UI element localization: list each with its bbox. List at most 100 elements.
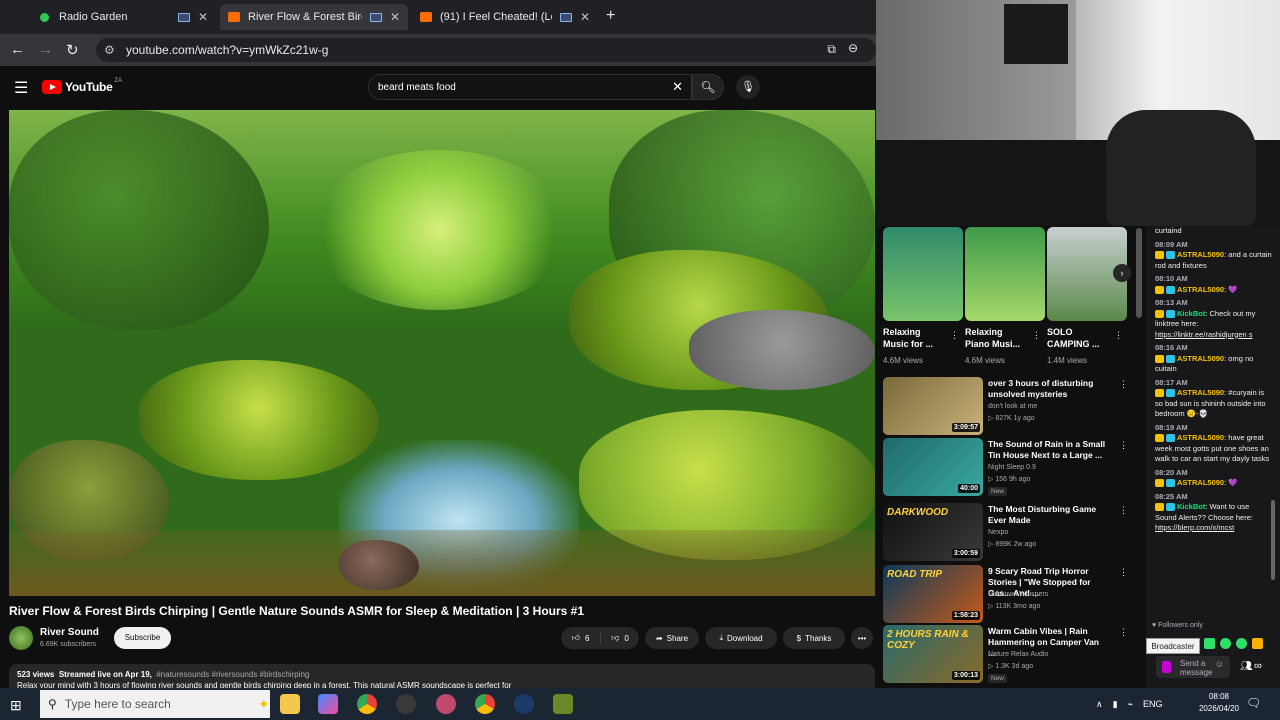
video-more-icon[interactable]: ⋮ [1119,440,1128,451]
site-info-icon[interactable]: ⚙ [104,43,118,57]
network-icon[interactable]: ⌁ [1128,699,1133,710]
video-title[interactable]: over 3 hours of disturbing unsolved myst… [988,378,1108,400]
video-channel[interactable]: Nature Relax Audio [988,651,1048,658]
video-thumbnail[interactable]: 2 HOURS RAIN & COZY 3:00:13 [883,625,983,683]
chat-scrollbar[interactable] [1271,500,1275,580]
copilot-icon[interactable] [318,694,338,714]
chat-settings-icon[interactable]: ∞ [1254,660,1262,672]
emote-icon[interactable] [1252,638,1263,649]
close-icon[interactable]: ✕ [390,10,400,24]
obs-icon[interactable] [396,694,416,714]
short-title[interactable]: SOLO CAMPING ... [1047,326,1107,350]
recommended-video[interactable]: 2 HOURS RAIN & COZY 3:00:13 Warm Cabin Vib… [883,625,1143,685]
video-thumbnail[interactable]: ROAD TRIP 1:58:23 [883,565,983,623]
share-button[interactable]: ➦ Share [645,627,699,649]
file-explorer-icon[interactable] [280,694,300,714]
app-icon[interactable] [436,694,456,714]
video-title[interactable]: The Sound of Rain in a Small Tin House N… [988,439,1108,461]
chat-link[interactable]: https://linktr.ee/rashidjurgen s [1155,330,1253,339]
video-more-icon[interactable]: ⋮ [1119,627,1128,638]
video-thumbnail[interactable]: 40:00 [883,438,983,496]
video-description[interactable]: 523 views Streamed live on Apr 19, #natu… [9,664,875,690]
search-input[interactable]: beard meats food ✕ [368,74,692,100]
short-thumbnail[interactable] [965,227,1045,321]
video-channel[interactable]: Nexpo [988,529,1008,536]
dislike-button[interactable]: 👎︎ 0 [601,633,639,643]
emoji-icon[interactable]: ☺ [1215,660,1224,669]
video-more-icon[interactable]: ⋮ [1119,567,1128,578]
chat-username[interactable]: ASTRAL5090 [1177,285,1224,294]
battery-icon[interactable]: ▮ [1113,699,1118,710]
cast-icon[interactable]: ⧉ [827,42,836,57]
forward-arrow-icon[interactable]: → [38,41,53,58]
short-title[interactable]: Relaxing Piano Musi... [965,326,1025,350]
short-title[interactable]: Relaxing Music for ... [883,326,943,350]
shorts-next-button[interactable]: › [1113,264,1131,282]
language-indicator[interactable]: ENG [1143,699,1163,709]
chat-username[interactable]: ASTRAL5090 [1177,433,1224,442]
tab-i-feel-cheated[interactable]: (91) I Feel Cheated! (Lee Jui ✕ [412,4,598,30]
new-tab-button[interactable]: + [606,7,615,25]
reload-icon[interactable]: ↻ [66,41,79,59]
tab-river-flow[interactable]: River Flow & Forest Birds C ✕ [220,4,408,30]
thanks-button[interactable]: $ Thanks [783,627,845,649]
chat-message-input[interactable]: Send a message ☺ [1156,656,1230,678]
download-button[interactable]: ⤓ Download [705,627,777,649]
video-more-icon[interactable]: ⋮ [1119,505,1128,516]
taskbar-clock[interactable]: 08:08 2026/04/20 [1196,691,1242,715]
video-channel[interactable]: Night Sleep 0.9 [988,464,1036,471]
steam-icon[interactable] [514,694,534,714]
chat-username[interactable]: ASTRAL5090 [1177,388,1224,397]
channel-name[interactable]: River Sound [40,627,99,638]
short-more-icon[interactable]: ⋮ [950,330,959,341]
youtube-logo[interactable]: YouTube ZA [42,78,122,94]
hashtags[interactable]: #naturesounds #riversounds #birdschirpin… [156,670,309,679]
windows-start-icon[interactable]: ⊞ [10,697,22,714]
video-player[interactable] [9,110,875,596]
recommended-video[interactable]: 40:00 The Sound of Rain in a Small Tin Ho… [883,438,1143,498]
chrome-profile-icon[interactable] [475,694,495,714]
video-channel[interactable]: Unknown Whispers [988,591,1048,598]
channel-avatar[interactable] [9,626,33,650]
recommended-video[interactable]: DARKWOOD 3:00:59 The Most Disturbing Game … [883,503,1143,563]
short-more-icon[interactable]: ⋮ [1114,330,1123,341]
short-more-icon[interactable]: ⋮ [1032,330,1041,341]
zoom-icon[interactable]: ⊖ [848,41,858,55]
chat-username[interactable]: ASTRAL5090 [1177,250,1224,259]
recommended-video[interactable]: ROAD TRIP 1:58:23 9 Scary Road Trip Horror… [883,565,1143,625]
minecraft-icon[interactable] [553,694,573,714]
chat-username[interactable]: ASTRAL5090 [1177,354,1224,363]
video-channel[interactable]: don't look at me [988,403,1037,410]
emote-icon[interactable] [1204,638,1215,649]
search-button[interactable]: 🔍︎ [692,74,724,100]
recommendations-scrollbar[interactable] [1136,228,1142,318]
taskbar-search-input[interactable]: ⚲ Type here to search ✦ [40,690,270,718]
notification-icon[interactable]: 🗨︎ [1246,696,1261,710]
back-arrow-icon[interactable]: ← [10,41,25,58]
chat-link[interactable]: https://blerp.com/x/mcst [1155,523,1234,532]
hamburger-menu-icon[interactable]: ☰ [14,78,28,98]
close-icon[interactable]: ✕ [580,10,590,24]
chat-username[interactable]: KickBot [1177,309,1205,318]
video-thumbnail[interactable]: DARKWOOD 3:00:59 [883,503,983,561]
clear-search-icon[interactable]: ✕ [672,79,683,95]
video-title[interactable]: The Most Disturbing Game Ever Made [988,504,1108,526]
tab-radio-garden[interactable]: Radio Garden ✕ [32,4,216,30]
address-bar[interactable]: ⚙ youtube.com/watch?v=ymWkZc21w-g ⧉ ⊖ [96,38,876,62]
short-thumbnail[interactable] [883,227,963,321]
recommended-video[interactable]: 3:09:57 over 3 hours of disturbing unsolv… [883,377,1143,437]
video-thumbnail[interactable]: 3:09:57 [883,377,983,435]
like-button[interactable]: 👍︎ 6 [561,633,601,643]
chat-username[interactable]: KickBot [1177,502,1205,511]
chat-username[interactable]: ASTRAL5090 [1177,478,1224,487]
voice-search-button[interactable]: 🎙︎ [736,75,760,99]
tray-expand-icon[interactable]: ∧ [1096,699,1103,710]
chrome-icon[interactable] [357,694,377,714]
close-icon[interactable]: ✕ [198,10,208,24]
video-more-icon[interactable]: ⋮ [1119,379,1128,390]
chat-users-icon[interactable]: 👥︎ [1240,661,1253,672]
emote-icon[interactable] [1236,638,1247,649]
subscribe-button[interactable]: Subscribe [114,627,171,649]
emote-icon[interactable] [1220,638,1231,649]
more-actions-button[interactable]: ••• [851,627,873,649]
